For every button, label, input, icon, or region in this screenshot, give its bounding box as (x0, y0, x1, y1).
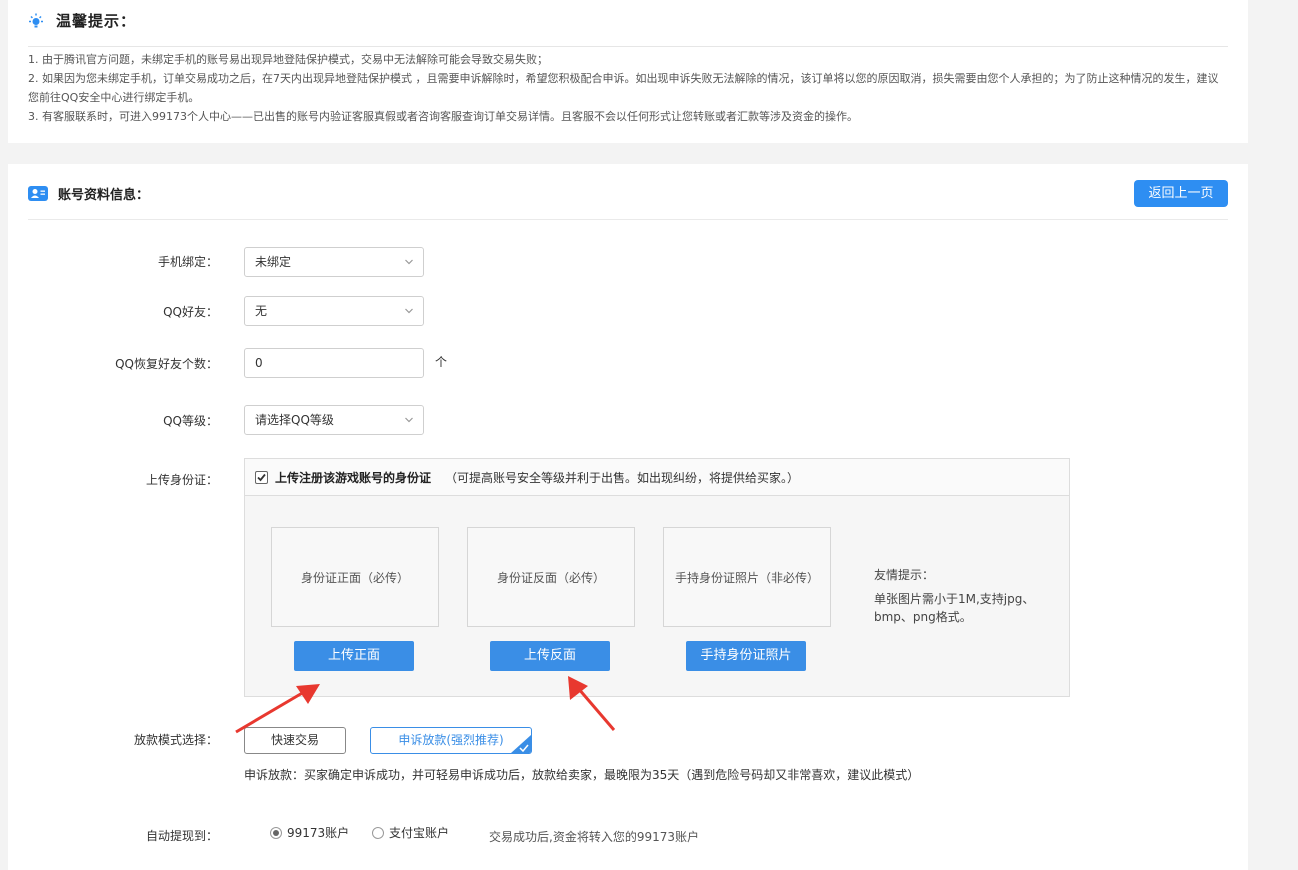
qq-level-select[interactable]: 请选择QQ等级 (244, 405, 424, 435)
id-handheld-slot[interactable]: 手持身份证照片（非必传） (663, 527, 831, 627)
id-upload-checkbox[interactable] (255, 470, 268, 484)
id-upload-note: （可提高账号安全等级并利于出售。如出现纠纷，将提供给买家。） (445, 470, 800, 485)
radio-99173-account[interactable]: 99173账户 (270, 824, 349, 841)
phone-bind-select[interactable]: 未绑定 (244, 247, 424, 277)
qq-level-label: QQ等级： (163, 414, 218, 428)
tips-line: 1. 由于腾讯官方问题，未绑定手机的账号易出现异地登陆保护模式，交易中无法解除可… (28, 53, 548, 66)
back-button[interactable]: 返回上一页 (1134, 180, 1228, 207)
qq-restore-input[interactable]: 0 (244, 348, 424, 378)
upload-hint-title: 友情提示： (874, 568, 935, 582)
annotation-arrow-right (568, 676, 616, 731)
user-card-icon (28, 186, 48, 201)
chevron-down-icon (405, 417, 413, 423)
check-icon (519, 744, 529, 752)
chevron-down-icon (405, 308, 413, 314)
payout-appeal-button[interactable]: 申诉放款(强烈推荐) (370, 727, 532, 754)
id-upload-box: 上传注册该游戏账号的身份证 （可提高账号安全等级并利于出售。如出现纠纷，将提供给… (244, 458, 1070, 697)
account-info-panel: 账号资料信息： 返回上一页 手机绑定： 未绑定 QQ好友： 无 QQ恢复好友个数… (8, 164, 1248, 870)
payout-mode-label: 放款模式选择： (133, 733, 218, 747)
upload-hint: 友情提示： 单张图片需小于1M,支持jpg、bmp、png格式。 (874, 566, 1064, 626)
id-upload-header: 上传注册该游戏账号的身份证 （可提高账号安全等级并利于出售。如出现纠纷，将提供给… (245, 459, 1069, 496)
qq-level-value: 请选择QQ等级 (255, 413, 334, 427)
id-upload-checkbox-label[interactable]: 上传注册该游戏账号的身份证 (275, 469, 431, 486)
id-back-placeholder: 身份证反面（必传） (496, 570, 605, 585)
upload-handheld-button[interactable]: 手持身份证照片 (686, 641, 806, 671)
upload-hint-text: 单张图片需小于1M,支持jpg、bmp、png格式。 (874, 592, 1035, 624)
radio-dot (372, 826, 384, 839)
checkmark-icon (257, 473, 266, 481)
tips-title: 温馨提示： (56, 12, 137, 30)
id-front-placeholder: 身份证正面（必传） (300, 570, 409, 585)
qq-friends-label: QQ好友： (163, 305, 218, 319)
qq-restore-label: QQ恢复好友个数： (115, 357, 218, 371)
chevron-down-icon (405, 259, 413, 265)
divider (28, 46, 1228, 47)
tips-list: 1. 由于腾讯官方问题，未绑定手机的账号易出现异地登陆保护模式，交易中无法解除可… (28, 50, 1228, 126)
qq-restore-value: 0 (255, 356, 263, 370)
tips-line: 2. 如果因为您未绑定手机，订单交易成功之后，在7天内出现异地登陆保护模式 ，且… (28, 72, 1219, 104)
radio-alipay-account[interactable]: 支付宝账户 (372, 824, 449, 841)
id-handheld-placeholder: 手持身份证照片（非必传） (674, 570, 819, 585)
tips-header: 温馨提示： (28, 10, 136, 31)
divider (28, 219, 1228, 220)
annotation-arrow-left (235, 684, 320, 734)
bulb-icon (29, 13, 43, 27)
qq-friends-value: 无 (255, 304, 268, 318)
id-back-slot[interactable]: 身份证反面（必传） (467, 527, 635, 627)
auto-withdraw-note: 交易成功后,资金将转入您的99173账户 (489, 830, 699, 844)
phone-bind-value: 未绑定 (255, 255, 292, 269)
upload-back-button[interactable]: 上传反面 (490, 641, 610, 671)
radio-dot (270, 826, 282, 839)
radio-label: 99173账户 (287, 826, 350, 840)
tips-panel: 温馨提示： 1. 由于腾讯官方问题，未绑定手机的账号易出现异地登陆保护模式，交易… (8, 0, 1248, 143)
account-info-header: 账号资料信息： (28, 184, 149, 203)
auto-withdraw-label: 自动提现到： (145, 829, 218, 843)
payout-appeal-label: 申诉放款(强烈推荐) (398, 733, 504, 747)
account-info-title: 账号资料信息： (58, 188, 150, 203)
payout-mode-description: 申诉放款：买家确定申诉成功，并可轻易申诉成功后，放款给卖家，最晚限为35天（遇到… (244, 768, 920, 782)
id-upload-label: 上传身份证： (145, 473, 218, 487)
radio-label: 支付宝账户 (389, 826, 450, 840)
qq-friends-select[interactable]: 无 (244, 296, 424, 326)
id-front-slot[interactable]: 身份证正面（必传） (271, 527, 439, 627)
tips-line: 3. 有客服联系时，可进入99173个人中心——已出售的账号内验证客服真假或者咨… (28, 110, 858, 123)
phone-bind-label: 手机绑定： (157, 255, 218, 269)
qq-restore-unit: 个 (435, 355, 448, 369)
upload-front-button[interactable]: 上传正面 (294, 641, 414, 671)
